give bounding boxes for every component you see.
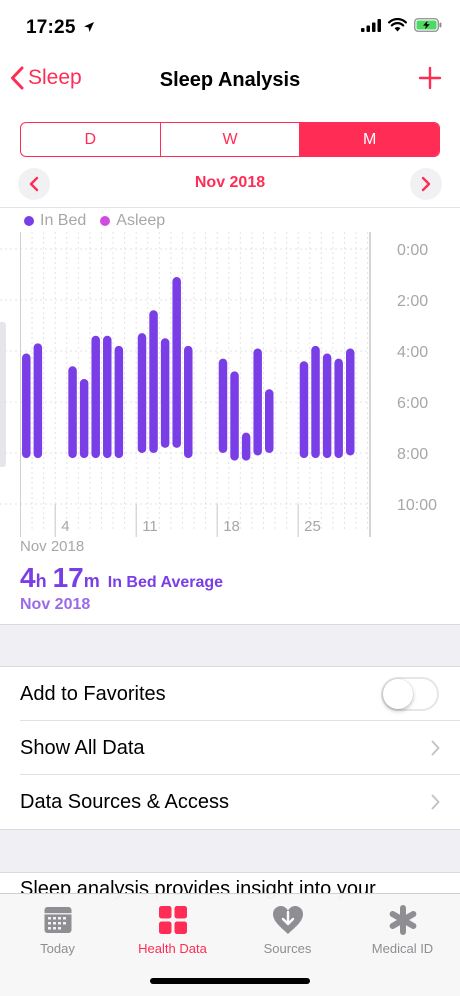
in-bed-bar: [22, 353, 31, 459]
month-navigator: Nov 2018: [0, 166, 460, 200]
y-tick-label: 6:00: [397, 395, 428, 412]
segment-day[interactable]: D: [21, 123, 160, 156]
y-tick-label: 2:00: [397, 293, 428, 310]
summary-period: Nov 2018: [20, 538, 85, 555]
legend-dot: [24, 216, 34, 226]
sleep-chart-svg: 4 11 18 25 0:00 2:00 4:00 6:00 8:00 10:00: [0, 232, 437, 537]
in-bed-bar: [322, 353, 332, 459]
segment-week[interactable]: W: [159, 123, 300, 156]
show-all-data-label: Show All Data: [20, 736, 145, 759]
average-period: Nov 2018: [20, 596, 91, 613]
average-label: In Bed Average: [107, 574, 224, 591]
y-tick-label: 10:00: [397, 497, 437, 514]
in-bed-bar: [149, 310, 158, 453]
minutes-unit: m: [83, 571, 100, 591]
calendar-icon: [43, 903, 73, 936]
in-bed-bar: [114, 345, 124, 459]
tab-label: Medical ID: [371, 941, 434, 956]
tab-label: Sources: [263, 941, 312, 956]
legend-dot: [100, 216, 111, 226]
x-tick-label: 25: [304, 518, 321, 535]
cellular-signal-icon: [361, 18, 381, 32]
x-tick-label: 4: [61, 518, 69, 535]
sleep-chart[interactable]: 4 11 18 25 0:00 2:00 4:00 6:00 8:00 10:00: [0, 232, 460, 542]
in-bed-bar: [345, 348, 355, 456]
in-bed-bar: [218, 358, 228, 453]
tab-today[interactable]: Today: [0, 894, 115, 964]
battery-charging-icon: [414, 18, 442, 32]
toggle-knob: [383, 679, 413, 709]
legend-item-in-bed: In Bed: [24, 212, 86, 230]
add-to-favorites-row: Add to Favorites: [0, 667, 460, 721]
legend-label: Asleep: [116, 212, 166, 229]
tab-label: Today: [40, 941, 75, 956]
chevron-right-icon: [431, 794, 440, 810]
in-bed-bar: [311, 345, 320, 459]
y-tick-label: 4:00: [397, 344, 428, 361]
divider: [0, 207, 460, 208]
previous-month-bar: [0, 322, 6, 467]
month-label: Nov 2018: [194, 174, 266, 191]
status-bar: 17:25: [0, 0, 460, 56]
chart-legend: In Bed Asleep: [24, 212, 165, 230]
navigation-bar: Sleep Sleep Analysis: [0, 56, 460, 108]
in-bed-bar: [103, 335, 112, 459]
page-title: Sleep Analysis: [159, 69, 301, 91]
tab-medical-id[interactable]: Medical ID: [345, 894, 460, 964]
tab-health-data[interactable]: Health Data: [115, 894, 230, 964]
in-bed-bar: [230, 371, 239, 461]
divider: [0, 872, 460, 873]
in-bed-bar: [79, 379, 89, 459]
in-bed-bar: [68, 366, 77, 459]
x-tick-label: 18: [223, 518, 240, 535]
in-bed-bar: [33, 343, 43, 459]
average-hours: 4: [20, 562, 36, 593]
in-bed-average: 4 h 17 m In Bed Average: [20, 562, 223, 594]
status-time: 17:25: [26, 17, 95, 39]
x-tick-label: 11: [142, 518, 158, 535]
show-all-data-row[interactable]: Show All Data: [0, 721, 460, 775]
hours-unit: h: [35, 571, 47, 591]
data-sources-row[interactable]: Data Sources & Access: [0, 775, 460, 829]
plus-icon: [418, 66, 442, 90]
tab-sources[interactable]: Sources: [230, 894, 345, 964]
tab-label: Health Data: [138, 941, 207, 956]
y-tick-label: 0:00: [397, 242, 428, 259]
home-indicator[interactable]: [150, 978, 310, 984]
in-bed-bar: [137, 333, 147, 453]
tab-bar: Today Health Data Sources Medical ID: [0, 893, 460, 996]
in-bed-bar: [172, 277, 181, 448]
legend-item-asleep: Asleep: [100, 212, 165, 230]
in-bed-bar: [91, 335, 100, 459]
in-bed-bar: [184, 345, 193, 459]
data-sources-label: Data Sources & Access: [20, 790, 229, 813]
chevron-right-icon: [421, 176, 431, 192]
location-arrow-icon: [84, 22, 95, 32]
in-bed-bar: [160, 338, 170, 448]
section-separator: [0, 625, 460, 666]
grid-icon: [158, 903, 187, 936]
chevron-right-icon: [431, 740, 440, 756]
wifi-icon: [388, 18, 407, 32]
in-bed-bar: [265, 389, 274, 453]
add-to-favorites-label: Add to Favorites: [20, 682, 166, 705]
add-data-button[interactable]: [418, 66, 442, 95]
next-month-button[interactable]: [410, 168, 442, 200]
heart-download-icon: [272, 903, 304, 936]
in-bed-bar: [299, 361, 309, 459]
section-separator: [0, 830, 460, 872]
in-bed-bar: [334, 358, 343, 459]
status-icons: [361, 18, 442, 32]
in-bed-bar: [253, 348, 262, 456]
in-bed-bar: [241, 432, 251, 461]
y-tick-label: 8:00: [397, 446, 428, 463]
average-minutes: 17: [52, 562, 84, 593]
favorites-toggle[interactable]: [381, 677, 439, 711]
asterisk-icon: [388, 903, 418, 936]
period-segmented-control: D W M: [20, 122, 440, 157]
legend-label: In Bed: [40, 212, 87, 229]
segment-month[interactable]: M: [299, 123, 439, 156]
